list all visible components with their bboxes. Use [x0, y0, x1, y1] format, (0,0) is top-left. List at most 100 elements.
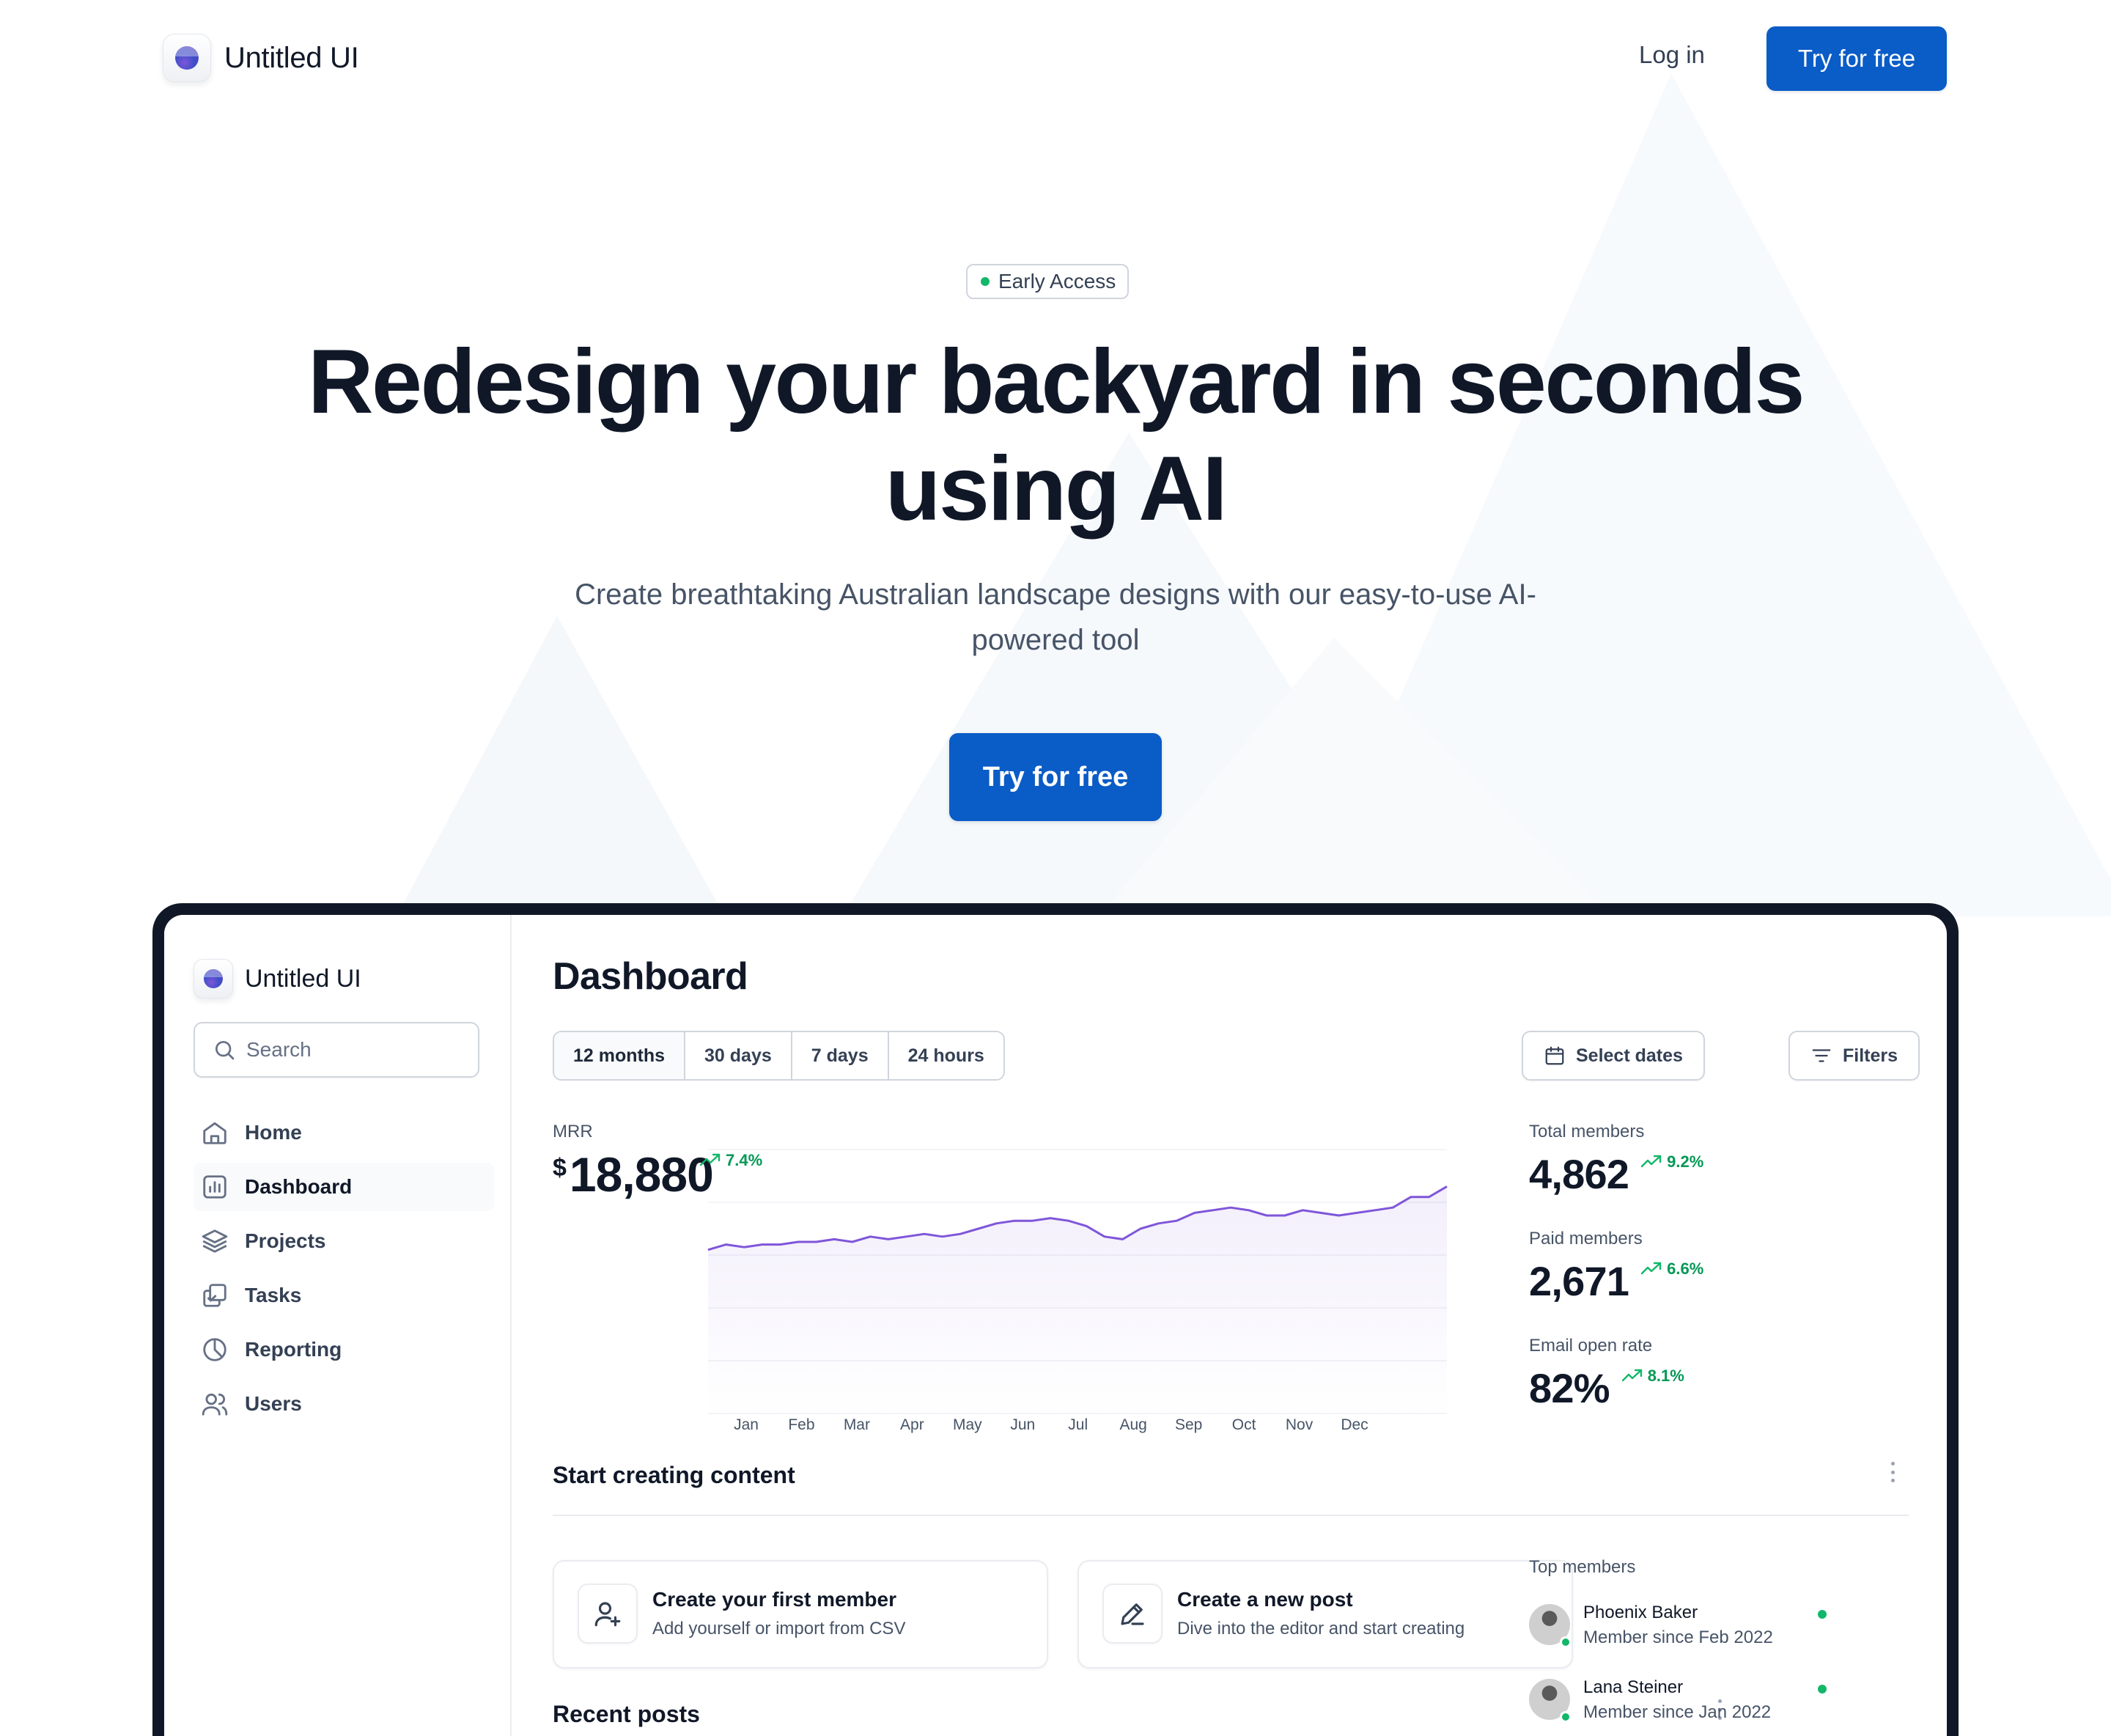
sidebar-item-users[interactable]: Users: [194, 1380, 494, 1428]
member-item[interactable]: Phoenix Baker Member since Feb 2022: [1529, 1601, 1837, 1652]
sidebar-item-home[interactable]: Home: [194, 1108, 494, 1157]
range-30-days[interactable]: 30 days: [685, 1032, 792, 1079]
x-tick-label: Jun: [1010, 1416, 1035, 1433]
trend-up-icon: [1621, 1369, 1642, 1382]
range-7-days[interactable]: 7 days: [792, 1032, 889, 1079]
stat-value: 2,671: [1529, 1258, 1629, 1304]
x-tick-label: Feb: [788, 1416, 814, 1433]
range-24-hours[interactable]: 24 hours: [888, 1032, 1003, 1079]
x-tick-label: Jan: [734, 1416, 759, 1433]
brand[interactable]: Untitled UI: [163, 34, 359, 82]
hero-title-line2: using AI: [885, 438, 1228, 540]
chart-x-labels: Jan Feb Mar Apr May Jun Jul Aug Sep Oct Nov Dec: [734, 1416, 1368, 1433]
x-tick-label: May: [953, 1416, 982, 1433]
pie-chart-icon: [203, 1338, 226, 1361]
login-link[interactable]: Log in: [1639, 41, 1705, 69]
sidebar-item-label: Users: [245, 1392, 302, 1415]
trend-up-icon: [1640, 1155, 1662, 1168]
sidebar-nav: Home Dashboard Projects Tasks Reporting: [194, 1108, 494, 1434]
create-post-card[interactable]: Create a new post Dive into the editor a…: [1077, 1560, 1573, 1669]
page-title: Dashboard: [553, 955, 748, 998]
sidebar-item-label: Home: [245, 1121, 302, 1144]
search-icon: [215, 1041, 235, 1060]
card-title: Create your first member: [652, 1588, 897, 1611]
filters-label: Filters: [1843, 1045, 1898, 1066]
stat-label: Paid members: [1529, 1229, 1643, 1248]
sidebar-item-dashboard[interactable]: Dashboard: [194, 1163, 494, 1211]
layers-icon: [202, 1229, 228, 1253]
time-range-selector: 12 months 30 days 7 days 24 hours: [553, 1031, 1005, 1081]
select-dates-label: Select dates: [1576, 1045, 1683, 1066]
x-tick-label: Sep: [1175, 1416, 1202, 1433]
member-name: Phoenix Baker: [1583, 1603, 1698, 1622]
member-name: Lana Steiner: [1583, 1677, 1684, 1697]
user-plus-icon: [578, 1584, 638, 1644]
stat-delta-value: 8.1%: [1647, 1367, 1684, 1385]
online-dot-icon: [1560, 1636, 1572, 1648]
users-icon: [202, 1393, 228, 1416]
stat-delta-value: 6.6%: [1667, 1259, 1704, 1278]
x-tick-label: Aug: [1119, 1416, 1146, 1433]
search-input[interactable]: [246, 1038, 466, 1062]
card-subtitle: Dive into the editor and start creating: [1177, 1619, 1465, 1638]
member-since: Member since Jan 2022: [1583, 1702, 1772, 1722]
home-icon: [203, 1122, 226, 1144]
mrr-chart: Jan Feb Mar Apr May Jun Jul Aug Sep Oct Nov Dec: [707, 1149, 1448, 1433]
stat-value: 4,862: [1529, 1151, 1629, 1197]
online-dot-icon: [1560, 1711, 1572, 1723]
sidebar-logo-icon: [194, 959, 233, 998]
range-12-months[interactable]: 12 months: [554, 1032, 686, 1079]
dashboard-screen: Untitled UI Home Dashboard Projects: [164, 915, 1947, 1736]
sidebar-item-label: Dashboard: [245, 1175, 353, 1198]
hero-try-for-free-button[interactable]: Try for free: [949, 733, 1162, 821]
badge-label: Early Access: [998, 270, 1116, 293]
x-tick-label: Apr: [900, 1416, 924, 1433]
hero-subtitle: Create breathtaking Australian landscape…: [528, 572, 1583, 663]
mrr-label: MRR: [553, 1122, 593, 1141]
card-subtitle: Add yourself or import from CSV: [652, 1619, 906, 1638]
sidebar-item-label: Reporting: [245, 1338, 342, 1361]
x-tick-label: Mar: [844, 1416, 870, 1433]
mrr-value: $ 18,880: [553, 1147, 714, 1202]
stat-delta: 8.1%: [1621, 1367, 1684, 1386]
x-tick-label: Jul: [1068, 1416, 1088, 1433]
recent-posts-title: Recent posts: [553, 1701, 700, 1727]
create-member-card[interactable]: Create your first member Add yourself or…: [553, 1560, 1048, 1669]
section-divider: [553, 1515, 1909, 1516]
stat-total-members: Total members 4,862 9.2%: [1529, 1122, 1703, 1196]
dashboard-preview-frame: Untitled UI Home Dashboard Projects: [152, 903, 1959, 1736]
x-tick-label: Nov: [1286, 1416, 1314, 1433]
x-tick-label: Oct: [1232, 1416, 1256, 1433]
hero-title-line1: Redesign your backyard in seconds: [308, 331, 1805, 433]
stat-label: Total members: [1529, 1122, 1645, 1141]
stat-label: Email open rate: [1529, 1336, 1653, 1356]
sidebar-item-projects[interactable]: Projects: [194, 1217, 494, 1265]
sidebar-item-reporting[interactable]: Reporting: [194, 1325, 494, 1374]
top-members-label: Top members: [1529, 1557, 1636, 1577]
sidebar-brand[interactable]: Untitled UI: [194, 959, 361, 998]
bar-chart-icon: [203, 1175, 226, 1199]
stat-delta: 9.2%: [1640, 1152, 1703, 1172]
mrr-area: [708, 1186, 1447, 1413]
member-item[interactable]: Lana Steiner Member since Jan 2022: [1529, 1676, 1837, 1727]
stat-email-open-rate: Email open rate 82% 8.1%: [1529, 1336, 1684, 1410]
sidebar-search[interactable]: [194, 1022, 479, 1078]
top-navigation: Untitled UI Log in Try for free: [0, 0, 2111, 117]
stat-value: 82%: [1529, 1365, 1610, 1411]
brand-name: Untitled UI: [224, 41, 359, 74]
pen-icon: [1102, 1584, 1163, 1644]
hero-subtitle-line2: powered tool: [971, 624, 1140, 656]
avatar: [1529, 1604, 1572, 1648]
filters-button[interactable]: Filters: [1788, 1031, 1920, 1081]
x-tick-label: Dec: [1341, 1416, 1368, 1433]
sidebar: Untitled UI Home Dashboard Projects: [164, 915, 512, 1736]
sidebar-item-tasks[interactable]: Tasks: [194, 1271, 494, 1320]
mrr-number: 18,880: [569, 1147, 714, 1202]
try-for-free-button[interactable]: Try for free: [1766, 26, 1947, 91]
dashboard-main: Dashboard 12 months 30 days 7 days 24 ho…: [512, 915, 1947, 1736]
status-dot-icon: [981, 277, 990, 286]
mrr-currency: $: [553, 1154, 567, 1182]
stat-delta: 6.6%: [1640, 1259, 1703, 1279]
more-options-icon[interactable]: [1887, 1457, 1898, 1487]
select-dates-button[interactable]: Select dates: [1522, 1031, 1705, 1081]
